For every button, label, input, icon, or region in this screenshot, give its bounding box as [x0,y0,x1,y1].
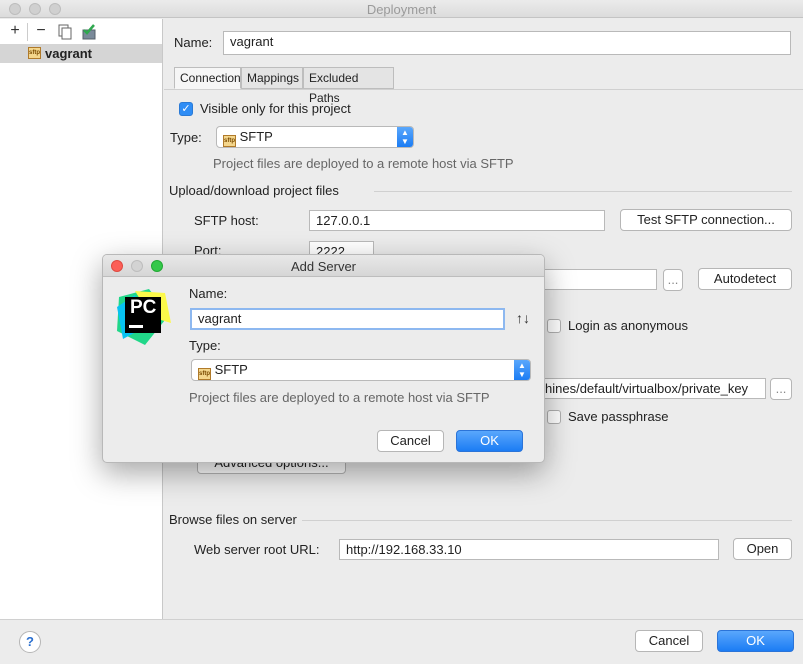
tab-underline [164,89,803,90]
dialog-type-select[interactable]: sftp SFTP ▲ ▼ [191,359,531,381]
browse-section-divider [302,520,792,521]
open-button[interactable]: Open [733,538,792,560]
dialog-type-hint: Project files are deployed to a remote h… [189,390,490,405]
name-field[interactable]: vagrant [223,31,791,55]
sftp-icon: sftp [223,135,236,147]
tree-item-label: vagrant [45,46,92,61]
default-server-check-icon [82,24,96,40]
tab-mappings[interactable]: Mappings [241,67,303,89]
copy-icon [58,24,72,40]
pycharm-logo: PC [115,287,173,347]
login-anonymous-label: Login as anonymous [568,318,688,333]
dialog-title: Add Server [290,259,357,274]
private-key-path-field[interactable]: hines/default/virtualbox/private_key [538,378,766,399]
help-button[interactable]: ? [19,631,41,653]
sftp-host-field[interactable]: 127.0.0.1 [309,210,605,231]
private-key-browse-button[interactable]: ... [770,378,792,400]
dialog-name-label: Name: [189,286,228,301]
type-label: Type: [170,130,202,145]
tab-connection[interactable]: Connection [174,67,241,89]
upload-section-divider [374,191,792,192]
type-select[interactable]: sftp SFTP ▲ ▼ [216,126,414,148]
type-hint: Project files are deployed to a remote h… [213,156,514,171]
test-sftp-connection-button[interactable]: Test SFTP connection... [620,209,792,231]
select-arrows-icon: ▲ ▼ [514,360,530,380]
sftp-host-label: SFTP host: [194,213,259,228]
window-titlebar: Deployment [0,0,803,18]
footer-divider [0,619,803,620]
toolbar-divider [27,23,28,41]
save-passphrase-label: Save passphrase [568,409,669,424]
dialog-name-field[interactable]: vagrant [190,308,505,330]
web-root-label: Web server root URL: [194,542,320,557]
login-anonymous-checkbox[interactable] [547,319,561,333]
dialog-titlebar: Add Server [103,255,544,277]
add-server-button[interactable]: + [6,23,24,41]
add-server-dialog: Add Server PC Name: vagrant ↑↓ Type: sft… [102,254,545,463]
save-passphrase-checkbox[interactable] [547,410,561,424]
autodetect-button[interactable]: Autodetect [698,268,792,290]
sort-icon[interactable]: ↑↓ [516,310,530,326]
tree-item-vagrant[interactable]: sftp vagrant [0,44,162,63]
dialog-ok-button[interactable]: OK [456,430,523,452]
root-path-browse-button[interactable]: ... [663,269,683,291]
browse-section-title: Browse files on server [169,512,297,527]
remove-server-button[interactable]: − [32,23,50,41]
select-arrows-icon: ▲ ▼ [397,127,413,147]
visible-only-label: Visible only for this project [200,101,351,116]
visible-only-checkbox[interactable]: ✓ [179,102,193,116]
window-title: Deployment [366,2,437,17]
dialog-type-select-value: SFTP [214,362,248,377]
upload-section-title: Upload/download project files [169,183,339,198]
set-default-server-button[interactable] [81,24,97,40]
dialog-cancel-button[interactable]: Cancel [377,430,444,452]
dialog-type-label: Type: [189,338,221,353]
type-select-value: SFTP [239,129,273,144]
sftp-icon: sftp [28,47,41,59]
copy-server-button[interactable] [57,24,73,40]
sftp-icon: sftp [198,368,211,380]
root-path-field[interactable] [540,269,657,290]
pycharm-logo-text: PC [130,297,157,318]
cancel-button[interactable]: Cancel [635,630,703,652]
tab-excluded-paths[interactable]: Excluded Paths [303,67,394,105]
ok-button[interactable]: OK [717,630,794,652]
name-label: Name: [174,35,213,50]
web-root-url-field[interactable]: http://192.168.33.10 [339,539,719,560]
